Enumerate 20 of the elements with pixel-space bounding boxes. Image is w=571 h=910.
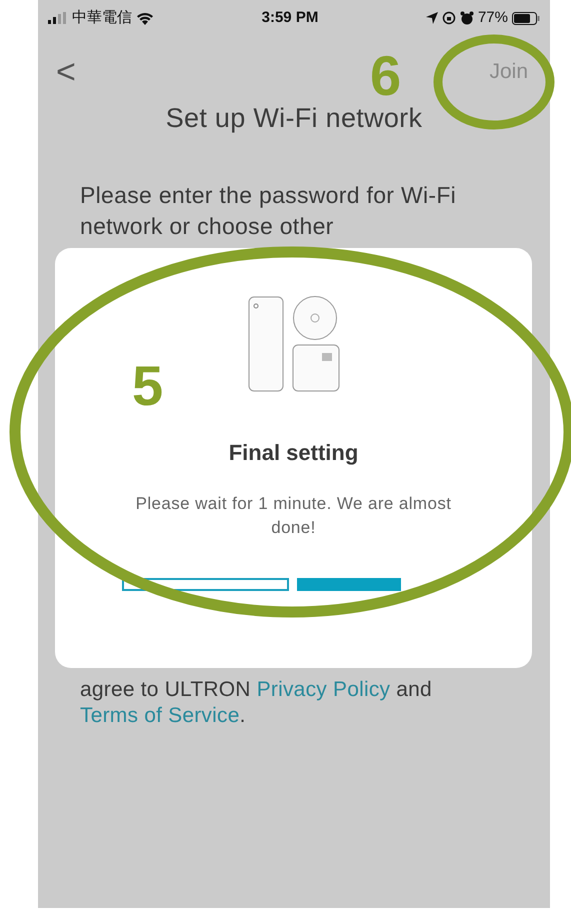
back-button[interactable]: < <box>56 55 76 89</box>
wifi-icon <box>136 12 154 24</box>
battery-percent: 77% <box>478 8 508 28</box>
clock-time: 3:59 PM <box>262 8 318 28</box>
alarm-icon <box>460 11 474 25</box>
instructions-text: Please enter the password for Wi-Fi network or choose other <box>80 181 458 242</box>
location-arrow-icon <box>426 12 438 24</box>
terms-of-service-link[interactable]: Terms of Service <box>80 704 240 727</box>
dialog-message: Please wait for 1 minute. We are almost done! <box>135 493 452 540</box>
terms-text: agree to ULTRON Privacy Policy and Terms of Service. <box>80 677 433 729</box>
privacy-policy-link[interactable]: Privacy Policy <box>256 678 390 701</box>
signal-icon <box>48 12 68 24</box>
rotation-lock-icon <box>442 11 456 25</box>
carrier-name: 中華電信 <box>72 8 132 28</box>
dialog-title: Final setting <box>228 440 360 466</box>
step-number: 5 <box>132 358 164 414</box>
page-title: Set up Wi-Fi network <box>164 102 424 134</box>
step-number: 6 <box>370 48 402 104</box>
join-button[interactable]: Join <box>489 56 528 88</box>
battery-icon <box>512 12 540 24</box>
